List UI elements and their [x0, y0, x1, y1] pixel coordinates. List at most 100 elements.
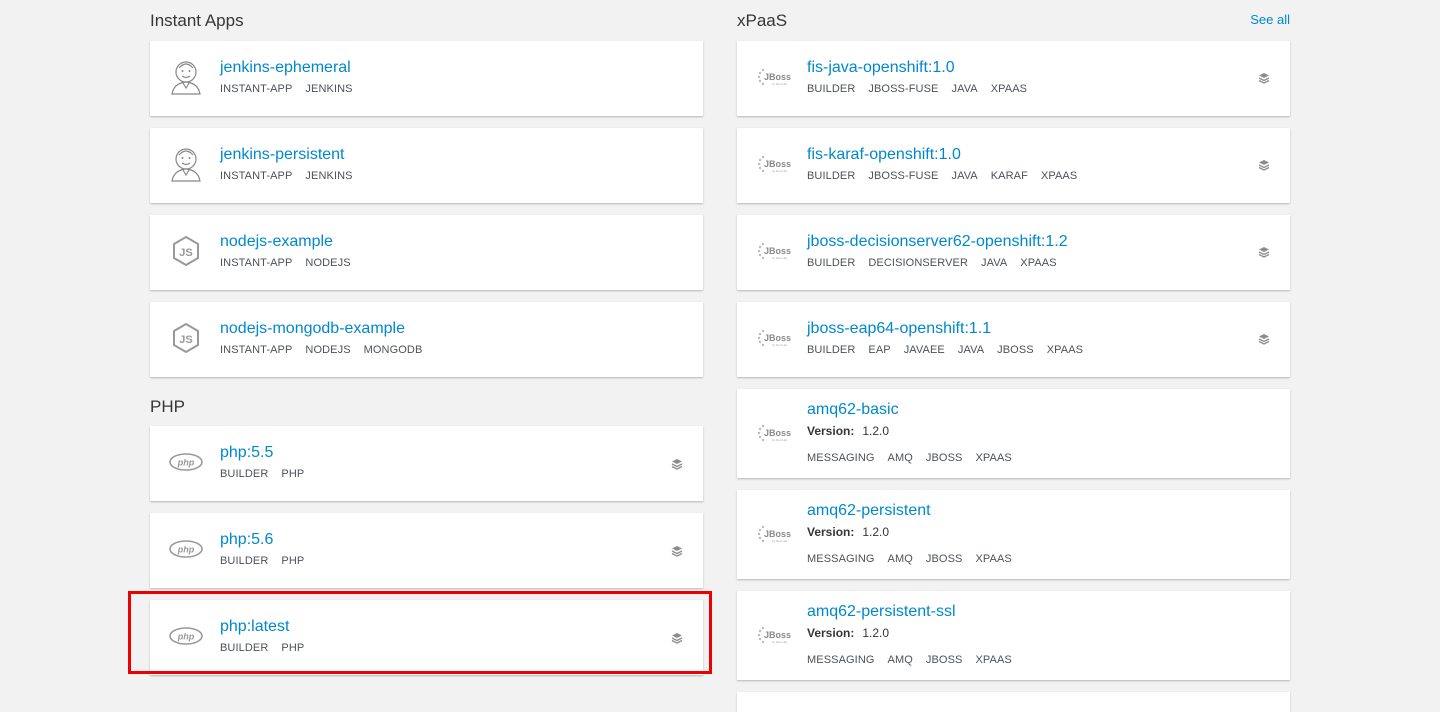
jboss-logo-icon: JBoss by Red Hat: [755, 415, 791, 451]
card-title[interactable]: php:5.6: [220, 531, 273, 549]
svg-text:JS: JS: [179, 334, 192, 346]
card-title[interactable]: jboss-decisionserver62-openshift:1.2: [807, 233, 1068, 251]
tag-list: INSTANT-APP JENKINS: [220, 83, 366, 95]
jboss-logo-icon: JBoss by Red Hat: [755, 516, 791, 552]
tag[interactable]: INSTANT-APP: [220, 257, 292, 269]
tag[interactable]: JBOSS: [997, 344, 1034, 356]
tag[interactable]: MESSAGING: [807, 452, 875, 464]
tag[interactable]: INSTANT-APP: [220, 170, 292, 182]
tag[interactable]: JENKINS: [305, 83, 352, 95]
card-title[interactable]: amq62-persistent: [807, 502, 931, 520]
tag[interactable]: MESSAGING: [807, 553, 875, 565]
svg-text:by Red Hat: by Red Hat: [772, 640, 787, 644]
card-title[interactable]: php:latest: [220, 618, 289, 636]
jboss-logo-icon: JBoss by Red Hat: [755, 233, 791, 269]
tag[interactable]: JENKINS: [305, 170, 352, 182]
tag[interactable]: JBOSS: [926, 452, 963, 464]
jboss-logo-icon: JBoss by Red Hat: [755, 59, 791, 95]
tag[interactable]: XPAAS: [975, 553, 1011, 565]
tag[interactable]: PHP: [281, 642, 304, 654]
tag[interactable]: AMQ: [888, 452, 913, 464]
tag[interactable]: AMQ: [888, 654, 913, 666]
tag[interactable]: EAP: [868, 344, 890, 356]
builder-image-icon: [1258, 71, 1270, 84]
php-icon: php: [168, 444, 204, 480]
tag[interactable]: NODEJS: [305, 344, 350, 356]
jboss-logo-icon: JBoss by Red Hat: [755, 320, 791, 356]
tag[interactable]: JBOSS-FUSE: [868, 170, 938, 182]
tag[interactable]: MONGODB: [364, 344, 423, 356]
tag-list: BUILDER PHP: [220, 468, 317, 480]
catalog-card-php-5-6[interactable]: php php:5.6 BUILDER PHP: [150, 513, 703, 588]
tag[interactable]: BUILDER: [807, 344, 855, 356]
card-title[interactable]: jenkins-ephemeral: [220, 59, 351, 77]
tag[interactable]: JAVA: [981, 257, 1007, 269]
tag[interactable]: MESSAGING: [807, 654, 875, 666]
card-title[interactable]: amq62-persistent-ssl: [807, 603, 956, 621]
tag[interactable]: DECISIONSERVER: [868, 257, 968, 269]
catalog-card-nodejs-mongodb-example[interactable]: JS nodejs-mongodb-example INSTANT-APP NOD…: [150, 302, 703, 377]
card-title[interactable]: php:5.5: [220, 444, 273, 462]
tag[interactable]: BUILDER: [220, 642, 268, 654]
tag[interactable]: BUILDER: [807, 83, 855, 95]
tag[interactable]: BUILDER: [220, 468, 268, 480]
tag[interactable]: JAVA: [951, 83, 977, 95]
tag[interactable]: JBOSS: [926, 654, 963, 666]
php-icon: php: [168, 618, 204, 654]
catalog-card-fis-java-openshift[interactable]: JBoss by Red Hat fis-java-openshift:1.0 B…: [737, 41, 1290, 116]
tag[interactable]: BUILDER: [807, 170, 855, 182]
tag[interactable]: XPAAS: [1047, 344, 1083, 356]
catalog-card-nodejs-example[interactable]: JS nodejs-example INSTANT-APP NODEJS: [150, 215, 703, 290]
catalog-card-amq62-basic[interactable]: JBoss by Red Hat amq62-basic Version: 1.2.…: [737, 389, 1290, 478]
tag[interactable]: INSTANT-APP: [220, 83, 292, 95]
catalog-card-jenkins-persistent[interactable]: jenkins-persistent INSTANT-APP JENKINS: [150, 128, 703, 203]
catalog-card-partial[interactable]: [737, 692, 1290, 712]
catalog-card-jboss-decisionserver62-openshift[interactable]: JBoss by Red Hat jboss-decisionserver62-o…: [737, 215, 1290, 290]
catalog-card-jenkins-ephemeral[interactable]: jenkins-ephemeral INSTANT-APP JENKINS: [150, 41, 703, 116]
version-value: 1.2.0: [862, 424, 890, 438]
tag[interactable]: AMQ: [888, 553, 913, 565]
card-title[interactable]: fis-karaf-openshift:1.0: [807, 146, 961, 164]
catalog-card-fis-karaf-openshift[interactable]: JBoss by Red Hat fis-karaf-openshift:1.0 …: [737, 128, 1290, 203]
tag[interactable]: XPAAS: [991, 83, 1027, 95]
tag[interactable]: NODEJS: [305, 257, 350, 269]
tag[interactable]: JAVAEE: [904, 344, 945, 356]
svg-text:JBoss: JBoss: [764, 72, 791, 82]
builder-image-icon: [1258, 245, 1270, 258]
see-all-link[interactable]: See all: [1250, 12, 1290, 27]
tag[interactable]: XPAAS: [975, 654, 1011, 666]
php-icon: php: [168, 531, 204, 567]
version-row: Version: 1.2.0: [807, 525, 889, 539]
tag[interactable]: JAVA: [958, 344, 984, 356]
catalog-card-php-latest[interactable]: php php:latest BUILDER PHP: [150, 600, 703, 675]
tag[interactable]: XPAAS: [1041, 170, 1077, 182]
tag[interactable]: BUILDER: [807, 257, 855, 269]
tag[interactable]: XPAAS: [975, 452, 1011, 464]
tag-list: BUILDER DECISIONSERVER JAVA XPAAS: [807, 257, 1070, 269]
tag[interactable]: JAVA: [951, 170, 977, 182]
catalog-card-amq62-persistent[interactable]: JBoss by Red Hat amq62-persistent Version…: [737, 490, 1290, 579]
catalog-card-amq62-persistent-ssl[interactable]: JBoss by Red Hat amq62-persistent-ssl Ver…: [737, 591, 1290, 680]
svg-text:by Red Hat: by Red Hat: [772, 438, 787, 442]
tag[interactable]: JBOSS: [926, 553, 963, 565]
card-title[interactable]: nodejs-example: [220, 233, 333, 251]
card-title[interactable]: nodejs-mongodb-example: [220, 320, 405, 338]
tag[interactable]: KARAF: [991, 170, 1028, 182]
catalog-card-php-5-5[interactable]: php php:5.5 BUILDER PHP: [150, 426, 703, 501]
card-title[interactable]: jenkins-persistent: [220, 146, 345, 164]
version-label: Version:: [807, 525, 855, 539]
tag[interactable]: PHP: [281, 468, 304, 480]
svg-text:php: php: [177, 632, 195, 642]
catalog-card-jboss-eap64-openshift[interactable]: JBoss by Red Hat jboss-eap64-openshift:1.…: [737, 302, 1290, 377]
tag[interactable]: INSTANT-APP: [220, 344, 292, 356]
tag[interactable]: PHP: [281, 555, 304, 567]
tag[interactable]: BUILDER: [220, 555, 268, 567]
svg-text:by Red Hat: by Red Hat: [772, 256, 787, 260]
php-heading: PHP: [150, 397, 185, 416]
card-title[interactable]: amq62-basic: [807, 401, 899, 419]
tag[interactable]: XPAAS: [1020, 257, 1056, 269]
jboss-logo-icon: JBoss by Red Hat: [755, 617, 791, 653]
tag[interactable]: JBOSS-FUSE: [868, 83, 938, 95]
card-title[interactable]: jboss-eap64-openshift:1.1: [807, 320, 991, 338]
card-title[interactable]: fis-java-openshift:1.0: [807, 59, 955, 77]
